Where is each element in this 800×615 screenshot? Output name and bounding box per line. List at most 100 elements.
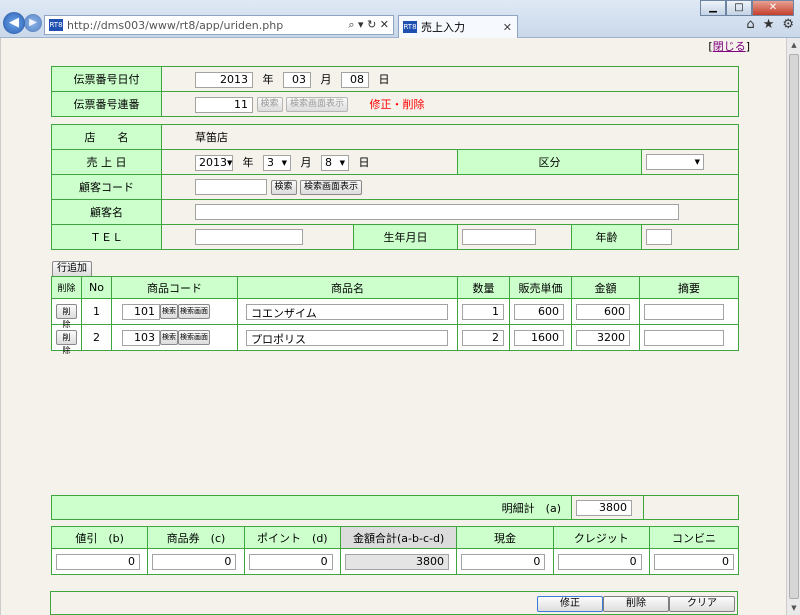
forward-arrow-icon[interactable]: ▶ bbox=[24, 14, 42, 32]
amount-input[interactable]: 3200 bbox=[576, 329, 630, 346]
url-text[interactable]: http://dms003/www/rt8/app/uriden.php bbox=[67, 19, 348, 32]
chevron-down-icon: ▼ bbox=[227, 158, 233, 167]
header-delete: 削除 bbox=[51, 276, 82, 299]
chevron-down-icon: ▼ bbox=[281, 158, 287, 167]
customer-name-label: 顧客名 bbox=[51, 199, 162, 225]
back-arrow-icon[interactable]: ◀ bbox=[3, 12, 25, 34]
sales-day-select[interactable]: 8 ▼ bbox=[321, 154, 349, 171]
favorites-star-icon[interactable]: ★ bbox=[763, 17, 775, 32]
table-row: 削除 2 103 検索 検索画面 プロポリス 2 1600 3200 bbox=[51, 324, 739, 355]
address-tools-icons[interactable]: ⌕ ▾ ↻ ✕ bbox=[348, 18, 393, 32]
customer-code-input[interactable] bbox=[195, 179, 267, 195]
header-product-code: 商品コード bbox=[111, 276, 238, 299]
header-note: 摘要 bbox=[639, 276, 739, 299]
sales-year-select[interactable]: 2013 ▼ bbox=[195, 154, 233, 171]
subtotal-label: 明細計 (a) bbox=[51, 495, 572, 520]
add-row-button[interactable]: 行追加 bbox=[52, 261, 92, 277]
customer-search-screen-button[interactable]: 検索画面表示 bbox=[300, 179, 363, 195]
edit-button[interactable]: 修正 bbox=[537, 596, 603, 612]
birth-label: 生年月日 bbox=[353, 224, 458, 250]
subtotal-value[interactable]: 3800 bbox=[576, 499, 632, 516]
product-search-button[interactable]: 検索 bbox=[160, 330, 178, 345]
window-controls: ▁ □ ✕ bbox=[700, 0, 794, 16]
clear-button[interactable]: クリア bbox=[669, 596, 735, 612]
voucher-input[interactable]: 0 bbox=[152, 553, 237, 570]
subtotal-table: 明細計 (a) 3800 bbox=[51, 495, 739, 520]
slip-month-input[interactable]: 03 bbox=[283, 71, 311, 88]
point-input[interactable]: 0 bbox=[248, 553, 333, 570]
customer-search-button[interactable]: 検索 bbox=[270, 179, 297, 195]
browser-chrome: ▁ □ ✕ ◀ ▶ RT8 http://dms003/www/rt8/app/… bbox=[0, 0, 800, 38]
tel-label: ＴＥＬ bbox=[51, 224, 162, 250]
slip-serial-label: 伝票番号連番 bbox=[51, 91, 162, 117]
scrollbar-thumb[interactable] bbox=[789, 54, 799, 599]
slip-day-input[interactable]: 08 bbox=[341, 71, 369, 88]
note-input[interactable] bbox=[644, 303, 724, 320]
scroll-up-icon[interactable]: ▲ bbox=[787, 38, 800, 52]
unit-price-input[interactable]: 1600 bbox=[514, 329, 564, 346]
header-product-name: 商品名 bbox=[237, 276, 458, 299]
month-unit: 月 bbox=[300, 155, 312, 169]
maximize-button[interactable]: □ bbox=[726, 0, 752, 16]
category-select[interactable]: ▼ bbox=[646, 154, 704, 170]
slip-search-screen-button[interactable]: 検索画面表示 bbox=[286, 97, 349, 112]
quantity-input[interactable]: 1 bbox=[462, 303, 504, 320]
minimize-button[interactable]: ▁ bbox=[700, 0, 726, 16]
totals-table: 値引 (b) 商品券 (c) ポイント (d) 金額合計(a-b-c-d) 現金… bbox=[50, 526, 739, 575]
slip-serial-input[interactable]: 11 bbox=[195, 96, 253, 113]
product-search-screen-button[interactable]: 検索画面 bbox=[178, 304, 210, 319]
tab-favicon-icon: RT8 bbox=[403, 21, 417, 33]
month-unit: 月 bbox=[320, 72, 332, 86]
delete-button[interactable]: 削除 bbox=[603, 596, 669, 612]
unit-price-input[interactable]: 600 bbox=[514, 303, 564, 320]
credit-input[interactable]: 0 bbox=[557, 553, 642, 570]
slip-date-label: 伝票番号日付 bbox=[51, 66, 162, 92]
quantity-input[interactable]: 2 bbox=[462, 329, 504, 346]
slip-year-input[interactable]: 2013 bbox=[195, 71, 253, 88]
chevron-down-icon: ▼ bbox=[694, 158, 700, 166]
grand-total-label: 金額合計(a-b-c-d) bbox=[339, 526, 458, 549]
sales-date-label: 売 上 日 bbox=[51, 149, 162, 175]
sales-month-select[interactable]: 3 ▼ bbox=[263, 154, 291, 171]
product-search-screen-button[interactable]: 検索画面 bbox=[178, 330, 210, 345]
tab-title: 売上入力 bbox=[421, 21, 465, 34]
age-input[interactable] bbox=[646, 229, 672, 245]
credit-label: クレジット bbox=[552, 526, 651, 549]
window-close-button[interactable]: ✕ bbox=[752, 0, 794, 16]
slip-search-button[interactable]: 検索 bbox=[256, 97, 283, 112]
convenience-store-input[interactable]: 0 bbox=[654, 553, 734, 570]
product-name-input[interactable]: プロポリス bbox=[246, 329, 448, 346]
day-unit: 日 bbox=[358, 155, 370, 169]
product-code-input[interactable]: 103 bbox=[122, 329, 160, 346]
slip-number-table: 伝票番号日付 2013 年 03 月 08 日 伝票番号連番 11 検索 検索画… bbox=[51, 66, 739, 117]
convenience-store-label: コンビニ bbox=[649, 526, 739, 549]
edit-delete-status: 修正・削除 bbox=[369, 97, 425, 111]
tel-input[interactable] bbox=[195, 229, 303, 245]
table-row: 削除 1 101 検索 検索画面 コエンザイム 1 600 600 bbox=[51, 298, 739, 329]
close-link[interactable]: 閉じる bbox=[713, 40, 746, 53]
note-input[interactable] bbox=[644, 329, 724, 346]
customer-name-input[interactable] bbox=[195, 204, 679, 220]
birth-input[interactable] bbox=[462, 229, 536, 245]
product-code-input[interactable]: 101 bbox=[122, 303, 160, 320]
row-delete-button[interactable]: 削除 bbox=[56, 304, 77, 329]
header-amount: 金額 bbox=[571, 276, 640, 299]
product-search-button[interactable]: 検索 bbox=[160, 304, 178, 319]
header-unit-price: 販売単価 bbox=[509, 276, 572, 299]
product-name-input[interactable]: コエンザイム bbox=[246, 303, 448, 320]
scroll-down-icon[interactable]: ▼ bbox=[787, 601, 800, 615]
address-bar[interactable]: RT8 http://dms003/www/rt8/app/uriden.php… bbox=[44, 15, 394, 35]
items-table: 削除 No 商品コード 商品名 数量 販売単価 金額 摘要 削除 1 101 検索… bbox=[51, 276, 739, 355]
cash-input[interactable]: 0 bbox=[461, 553, 546, 570]
home-icon[interactable]: ⌂ bbox=[746, 17, 754, 32]
discount-input[interactable]: 0 bbox=[56, 553, 140, 570]
row-delete-button[interactable]: 削除 bbox=[56, 330, 77, 355]
site-favicon-icon: RT8 bbox=[49, 19, 63, 31]
cash-label: 現金 bbox=[456, 526, 554, 549]
store-label: 店 名 bbox=[51, 124, 162, 150]
tab-close-icon[interactable]: ✕ bbox=[503, 21, 517, 34]
settings-gear-icon[interactable]: ⚙ bbox=[782, 17, 794, 32]
amount-input[interactable]: 600 bbox=[576, 303, 630, 320]
browser-tab[interactable]: RT8 売上入力 ✕ bbox=[398, 15, 518, 38]
vertical-scrollbar[interactable]: ▲ ▼ bbox=[786, 38, 800, 615]
